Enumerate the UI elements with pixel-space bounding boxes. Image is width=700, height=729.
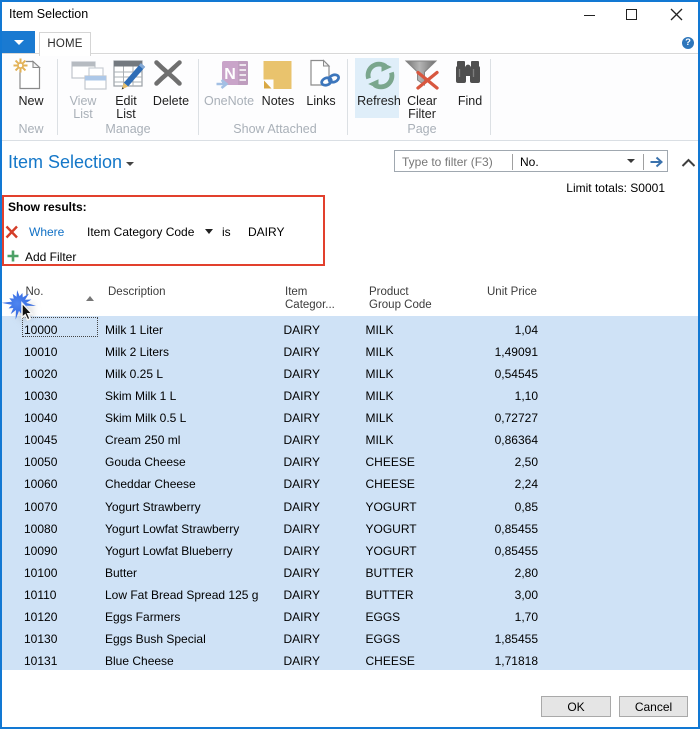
svg-text:N: N bbox=[224, 66, 236, 83]
